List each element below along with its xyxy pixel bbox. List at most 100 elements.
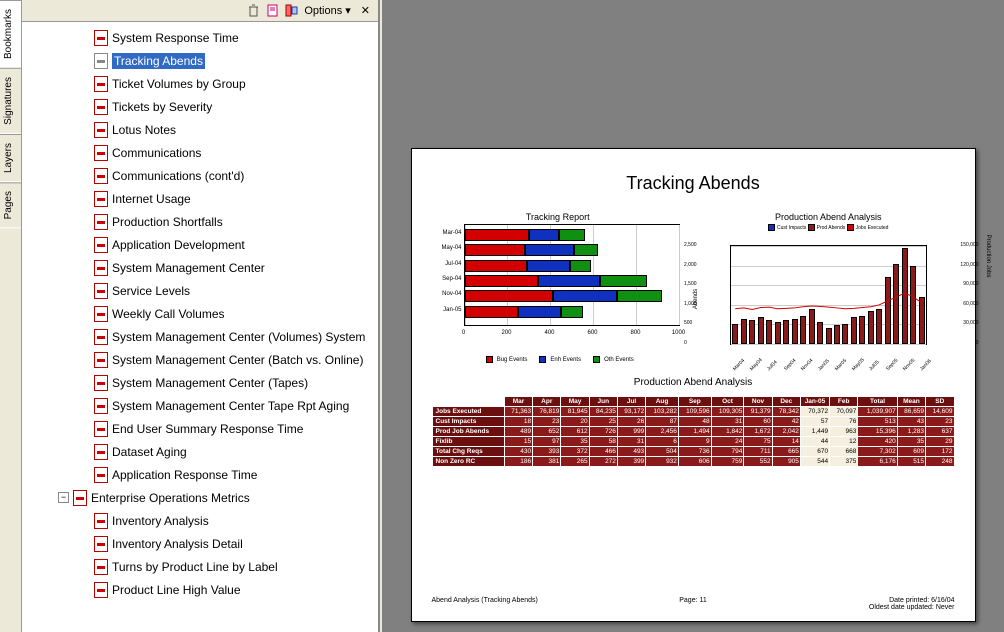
bookmark-item[interactable]: Ticket Volumes by Group (22, 72, 378, 95)
bookmark-label: Application Response Time (112, 468, 257, 482)
chart1-legend: Bug EventsEnh EventsOth Events (432, 356, 685, 363)
pdf-icon (94, 168, 108, 184)
pdf-icon (94, 306, 108, 322)
table-section-title: Production Abend Analysis (432, 377, 955, 388)
bookmark-item[interactable]: Inventory Analysis Detail (22, 532, 378, 555)
table-row: Non Zero RC18638126527239993260675955290… (432, 457, 954, 467)
close-panel-button[interactable]: ✕ (357, 4, 374, 17)
bookmark-item[interactable]: Production Shortfalls (22, 210, 378, 233)
bookmark-item[interactable]: Communications (cont'd) (22, 164, 378, 187)
pdf-icon (94, 214, 108, 230)
pdf-icon (73, 490, 87, 506)
bookmark-item[interactable]: Service Levels (22, 279, 378, 302)
pdf-icon (94, 375, 108, 391)
chart2-legend: Cust Impacts Prod Abends Jobs Executed (702, 224, 955, 231)
trash-icon[interactable] (247, 4, 260, 17)
bookmark-label: Ticket Volumes by Group (112, 77, 246, 91)
pdf-icon (94, 145, 108, 161)
pdf-icon (94, 260, 108, 276)
bookmark-label: Internet Usage (112, 192, 191, 206)
chart1-title: Tracking Report (432, 212, 685, 222)
bookmark-item[interactable]: Product Line High Value (22, 578, 378, 601)
collapse-icon[interactable]: − (58, 492, 69, 503)
table-row: Total Chg Reqs43039337246649350473679471… (432, 447, 954, 457)
bookmark-label: Production Shortfalls (112, 215, 223, 229)
document-page: Tracking Abends Tracking Report 02004006… (411, 148, 976, 622)
bookmark-item[interactable]: System Response Time (22, 26, 378, 49)
table-row: Fixlib15973558316924751444124203529 (432, 437, 954, 447)
bookmark-item[interactable]: System Management Center Tape Rpt Aging (22, 394, 378, 417)
bookmark-label: System Management Center (Batch vs. Onli… (112, 353, 363, 367)
bookmark-label: Turns by Product Line by Label (112, 560, 278, 574)
pdf-icon (94, 237, 108, 253)
document-viewport[interactable]: Tracking Abends Tracking Report 02004006… (382, 0, 1004, 632)
tab-bookmarks[interactable]: Bookmarks (0, 0, 21, 68)
bookmark-item[interactable]: System Management Center (Volumes) Syste… (22, 325, 378, 348)
tab-pages[interactable]: Pages (0, 182, 21, 228)
bookmark-label: System Management Center (Tapes) (112, 376, 308, 390)
bookmark-item[interactable]: Tickets by Severity (22, 95, 378, 118)
bookmarks-panel: Options ▾ ✕ System Response Time Tracking… (22, 0, 380, 632)
bookmark-item[interactable]: End User Summary Response Time (22, 417, 378, 440)
bookmark-item[interactable]: Lotus Notes (22, 118, 378, 141)
pdf-icon (94, 329, 108, 345)
tab-signatures[interactable]: Signatures (0, 68, 21, 134)
bookmark-label: System Response Time (112, 31, 239, 45)
pdf-icon (94, 536, 108, 552)
footer-left: Abend Analysis (Tracking Abends) (432, 597, 538, 611)
bookmark-item[interactable]: System Management Center (22, 256, 378, 279)
bookmark-label: Tickets by Severity (112, 100, 212, 114)
new-bookmark-icon[interactable] (266, 4, 279, 17)
bookmark-item[interactable]: System Management Center (Batch vs. Onli… (22, 348, 378, 371)
bookmark-item[interactable]: Tracking Abends (22, 49, 378, 72)
tab-layers[interactable]: Layers (0, 134, 21, 182)
abend-analysis-chart: Production Abend Analysis Cust Impacts P… (702, 212, 955, 363)
pdf-icon (94, 398, 108, 414)
bookmark-label: Lotus Notes (112, 123, 176, 137)
charts-row: Tracking Report 02004006008001000Mar-04M… (432, 212, 955, 363)
pdf-icon (94, 421, 108, 437)
pdf-icon (94, 122, 108, 138)
bookmark-item[interactable]: System Management Center (Tapes) (22, 371, 378, 394)
expand-bookmark-icon[interactable] (285, 4, 298, 17)
bookmark-item[interactable]: Communications (22, 141, 378, 164)
bookmark-label: Application Development (112, 238, 245, 252)
bookmark-label: Enterprise Operations Metrics (91, 491, 250, 505)
bookmark-label: Communications (112, 146, 201, 160)
bookmark-item[interactable]: Application Response Time (22, 463, 378, 486)
pdf-icon (94, 444, 108, 460)
pdf-icon (94, 76, 108, 92)
bookmark-label: Tracking Abends (112, 53, 205, 69)
chart2-title: Production Abend Analysis (702, 212, 955, 222)
options-menu[interactable]: Options ▾ (304, 4, 350, 17)
bookmark-item[interactable]: Dataset Aging (22, 440, 378, 463)
bookmark-item[interactable]: Internet Usage (22, 187, 378, 210)
abend-data-table: MarAprMayJunJulAugSepOctNovDecJan-05FebT… (432, 396, 955, 467)
bookmark-label: Dataset Aging (112, 445, 187, 459)
bookmark-label: Weekly Call Volumes (112, 307, 225, 321)
options-label: Options (304, 5, 342, 17)
tracking-report-chart: Tracking Report 02004006008001000Mar-04M… (432, 212, 685, 363)
pdf-icon (94, 191, 108, 207)
bookmark-label: End User Summary Response Time (112, 422, 303, 436)
footer-date-printed: Date printed: 6/16/04 (889, 597, 954, 604)
bookmark-item[interactable]: Weekly Call Volumes (22, 302, 378, 325)
bookmark-label: Inventory Analysis (112, 514, 209, 528)
bookmark-item[interactable]: Inventory Analysis (22, 509, 378, 532)
footer-page: Page: 11 (679, 597, 707, 604)
footer-date-updated: Oldest date updated: Never (869, 604, 955, 611)
pdf-icon (94, 99, 108, 115)
pdf-icon (94, 352, 108, 368)
bookmark-item[interactable]: Application Development (22, 233, 378, 256)
bookmark-label: Communications (cont'd) (112, 169, 244, 183)
pdf-icon (94, 513, 108, 529)
bookmark-item[interactable]: Turns by Product Line by Label (22, 555, 378, 578)
bookmark-label: Service Levels (112, 284, 190, 298)
bookmark-label: System Management Center (112, 261, 265, 275)
bookmark-group[interactable]: − Enterprise Operations Metrics (22, 486, 378, 509)
pdf-icon (94, 283, 108, 299)
table-row: Cust Impacts1823202526874831604257765134… (432, 417, 954, 427)
bookmarks-tree[interactable]: System Response Time Tracking Abends Ticke… (22, 22, 378, 632)
side-tabs: Bookmarks Signatures Layers Pages (0, 0, 22, 632)
bookmarks-toolbar: Options ▾ ✕ (22, 0, 378, 22)
